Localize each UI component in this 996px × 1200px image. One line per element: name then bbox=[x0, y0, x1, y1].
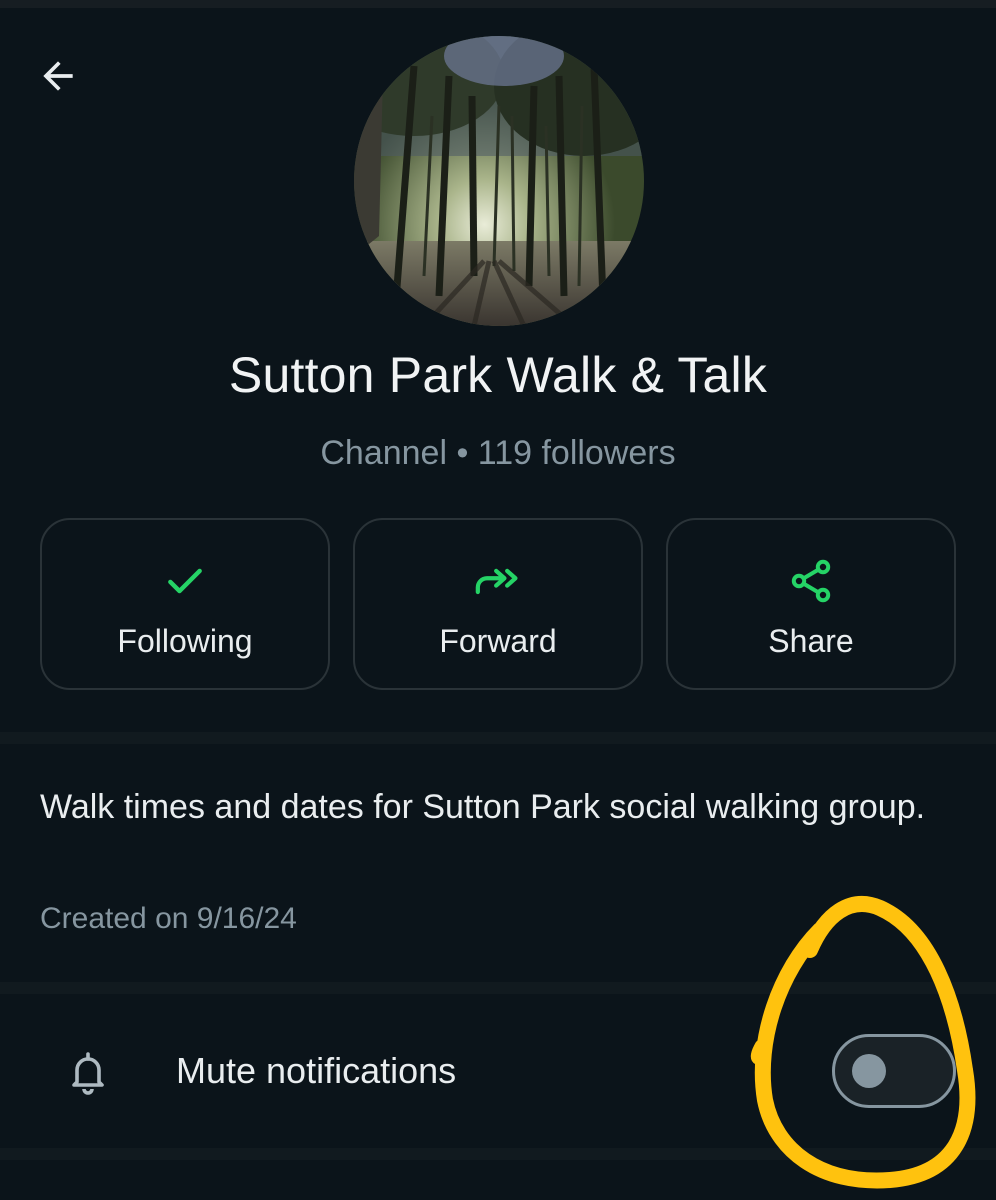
channel-name: Sutton Park Walk & Talk bbox=[228, 347, 768, 403]
arrow-left-icon bbox=[43, 61, 73, 91]
section-divider bbox=[0, 1148, 996, 1160]
status-bar-strip bbox=[0, 0, 996, 8]
channel-description: Walk times and dates for Sutton Park soc… bbox=[40, 788, 926, 826]
following-button[interactable]: Following bbox=[40, 518, 330, 690]
section-divider bbox=[0, 732, 996, 744]
toggle-knob bbox=[852, 1054, 886, 1088]
channel-subtitle: Channel • 119 followers bbox=[320, 434, 676, 472]
forward-label: Forward bbox=[439, 623, 557, 659]
forward-button[interactable]: Forward bbox=[353, 518, 643, 690]
check-icon bbox=[168, 568, 202, 594]
section-divider bbox=[0, 982, 996, 994]
forest-photo bbox=[354, 36, 644, 326]
share-label: Share bbox=[768, 623, 854, 659]
back-button[interactable] bbox=[30, 48, 86, 104]
following-label: Following bbox=[117, 623, 253, 659]
mute-toggle[interactable] bbox=[832, 1034, 956, 1108]
share-icon bbox=[791, 559, 831, 603]
share-button[interactable]: Share bbox=[666, 518, 956, 690]
mute-notifications-label: Mute notifications bbox=[176, 1050, 457, 1091]
bell-icon bbox=[72, 1052, 104, 1095]
channel-avatar[interactable] bbox=[354, 36, 644, 326]
mute-notifications-row[interactable]: Mute notifications bbox=[0, 994, 996, 1148]
forward-icon bbox=[475, 568, 518, 595]
created-date: Created on 9/16/24 bbox=[40, 902, 297, 935]
